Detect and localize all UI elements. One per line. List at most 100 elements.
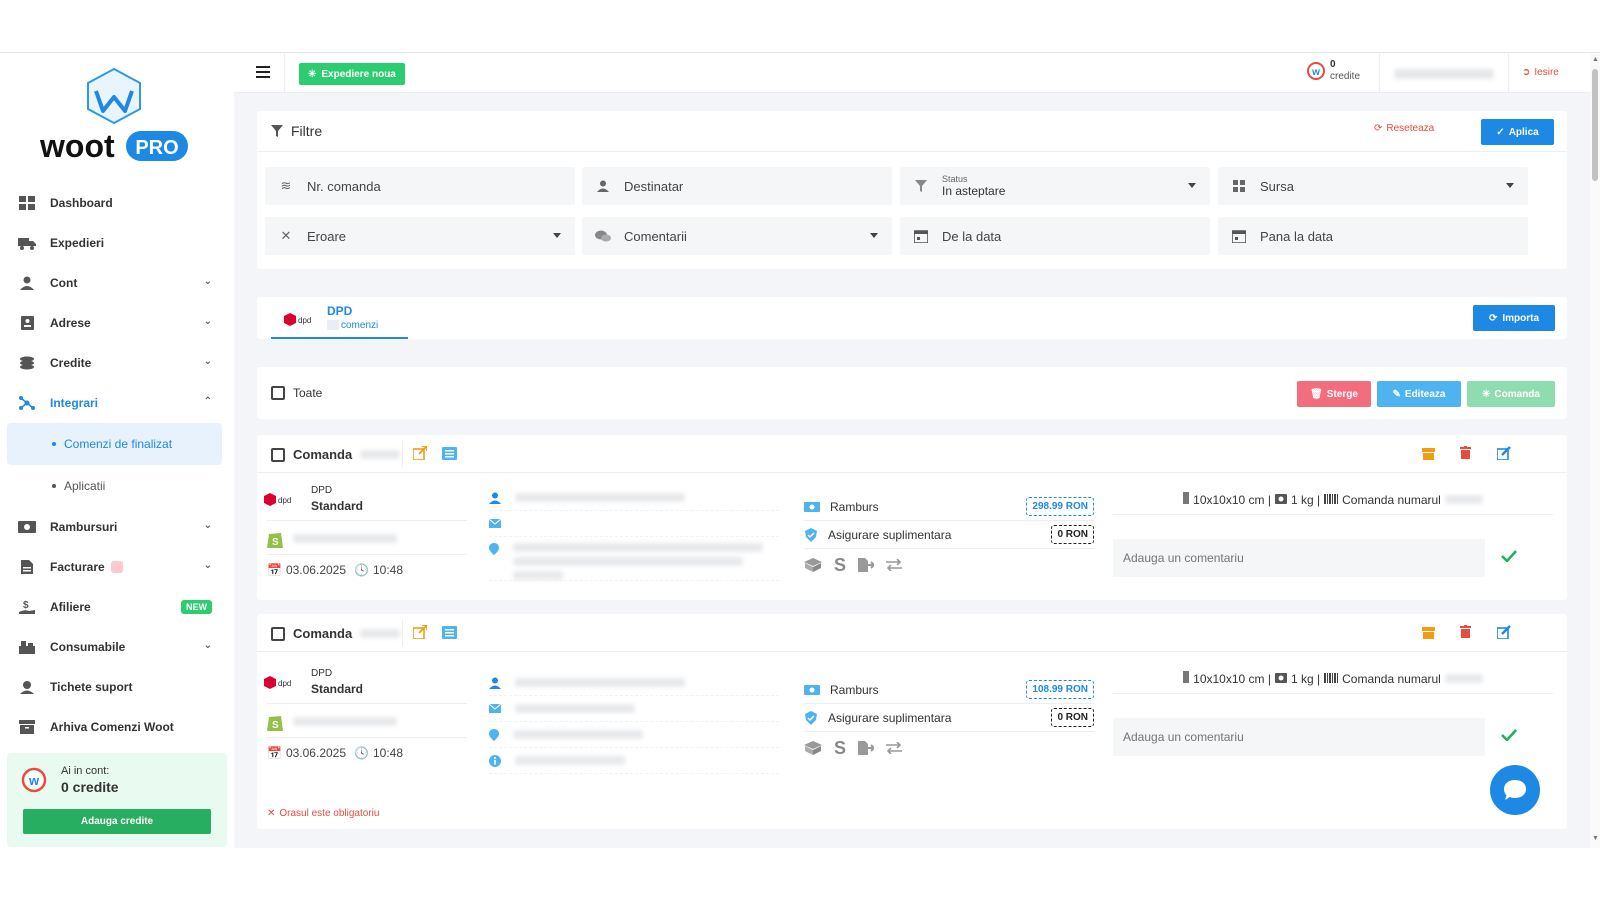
reset-button[interactable]: ⟳ Reseteaza [1374,123,1434,134]
from-date-placeholder: De la data [942,228,1002,244]
menu-toggle-icon[interactable] [256,66,270,78]
details-icon[interactable] [442,447,457,465]
order-select[interactable]: Comanda [271,626,401,641]
error-select[interactable]: ✕ Eroare [265,217,575,255]
scroll-up-icon[interactable]: ▲ [1592,56,1599,63]
recipient-input[interactable]: Destinatar [582,167,892,205]
to-date-input[interactable]: Pana la data [1218,217,1528,255]
document-return-icon[interactable] [858,558,875,572]
select-all[interactable]: Toate [271,386,322,400]
dashboard-icon [18,195,36,211]
shield-check-icon [805,527,817,542]
import-label: Importa [1502,312,1540,324]
money-icon [18,519,36,535]
cod-value[interactable]: 108.99 RON [1026,680,1094,699]
order-id-redacted [360,629,401,638]
package-open-icon[interactable] [804,558,822,572]
external-link-icon[interactable] [412,445,428,465]
insurance-value[interactable]: 0 RON [1051,708,1094,727]
sidebar-item-facturare[interactable]: Facturare ⌄ [0,547,234,587]
insurance-value[interactable]: 0 RON [1051,525,1094,544]
cod-value[interactable]: 298.99 RON [1026,497,1094,516]
chevron-down-icon[interactable]: ⌄ [204,560,212,571]
sidebar-item-label: Cont [50,276,78,290]
sidebar-subitem-aplicatii[interactable]: Aplicatii [0,465,234,507]
order-button[interactable]: ✳ Comanda [1467,381,1555,407]
swap-icon[interactable] [886,559,903,571]
logo-badge: PRO [135,137,178,159]
sidebar-item-arhiva[interactable]: Arhiva Comenzi Woot [0,707,234,747]
caret-down-icon [553,233,561,238]
saturday-delivery-icon[interactable]: S [834,738,846,759]
support-icon [18,679,36,695]
order-checkbox[interactable] [271,626,285,641]
delete-button[interactable]: 🗑 Sterge [1297,381,1371,407]
trash-icon[interactable] [1460,446,1471,464]
select-all-checkbox[interactable] [271,386,285,400]
edit-icon[interactable] [1496,446,1511,465]
recipient-info [489,485,779,581]
sidebar-item-rambursuri[interactable]: Rambursuri ⌄ [0,507,234,547]
sidebar-item-dashboard[interactable]: Dashboard [0,183,234,223]
page-scrollbar[interactable]: ▲ ▼ [1590,53,1600,848]
user-name-redacted [1394,69,1494,79]
comment-input[interactable] [1113,539,1485,577]
package-open-icon[interactable] [804,741,822,755]
chevron-down-icon[interactable]: ⌄ [204,276,212,287]
location-icon [489,728,499,741]
woot-logo[interactable]: woot PRO [39,67,200,167]
comment-input[interactable] [1113,718,1485,756]
add-credits-button[interactable]: Adauga credite [23,809,211,834]
validation-error: ✕ Orasul este obligatoriu [267,808,379,819]
edit-icon[interactable] [1496,625,1511,644]
money-icon [804,684,820,695]
from-date-input[interactable]: De la data [900,217,1210,255]
edit-button[interactable]: ✎ Editeaza [1377,381,1461,407]
tab-dpd[interactable]: dpd DPD comenzi [271,301,408,339]
close-icon: ✕ [267,808,276,819]
scrollbar-thumb[interactable] [1592,69,1598,181]
document-return-icon[interactable] [858,741,875,755]
saturday-delivery-icon[interactable]: S [834,555,846,576]
sidebar-subitem-comenzi-de-finalizat[interactable]: Comenzi de finalizat [7,423,222,465]
recipient-address-redacted [513,730,643,739]
details-icon[interactable] [442,626,457,644]
chevron-down-icon[interactable]: ⌄ [204,640,212,651]
chevron-down-icon[interactable]: ⌄ [204,356,212,367]
order-checkbox[interactable] [271,447,285,462]
apply-button[interactable]: ✓ Aplica [1481,119,1554,145]
swap-icon[interactable] [886,742,903,754]
caret-down-icon [870,233,878,238]
chevron-down-icon[interactable]: ⌄ [204,520,212,531]
user-menu[interactable] [1379,53,1509,93]
scroll-down-icon[interactable]: ▼ [1592,835,1599,842]
sidebar-item-cont[interactable]: Cont ⌄ [0,263,234,303]
chat-widget-button[interactable] [1490,765,1540,815]
archive-icon[interactable] [1422,626,1435,644]
order-number-input[interactable]: ≋ Nr. comanda [265,167,575,205]
sidebar-item-adrese[interactable]: Adrese ⌄ [0,303,234,343]
import-button[interactable]: ⟳ Importa [1473,305,1555,331]
chevron-up-icon[interactable]: ⌃ [204,396,212,407]
sidebar-item-credite[interactable]: Credite ⌄ [0,343,234,383]
sidebar-item-afiliere[interactable]: $ Afiliere NEW [0,587,234,627]
archive-icon[interactable] [1422,447,1435,465]
source-select[interactable]: Sursa [1218,167,1528,205]
new-shipment-button[interactable]: ✳ Expediere noua [299,63,405,85]
sidebar-item-consumabile[interactable]: Consumabile ⌄ [0,627,234,667]
save-comment-check-icon[interactable] [1501,728,1517,746]
dpd-logo-icon: dpd [264,493,296,512]
sidebar-item-integrari[interactable]: Integrari ⌃ [0,383,234,423]
sidebar-item-expedieri[interactable]: Expedieri [0,223,234,263]
logout-button[interactable]: ➲ Iesire [1522,67,1559,78]
chevron-down-icon[interactable]: ⌄ [204,316,212,327]
comments-select[interactable]: Comentarii [582,217,892,255]
divider [402,620,403,646]
save-comment-check-icon[interactable] [1501,549,1517,567]
order-select[interactable]: Comanda [271,447,401,462]
topbar-credits[interactable]: w 0 credite [1306,59,1360,83]
trash-icon[interactable] [1460,625,1471,643]
sidebar-item-tichete-suport[interactable]: Tichete suport [0,667,234,707]
status-select[interactable]: Status In asteptare [900,167,1210,205]
external-link-icon[interactable] [412,624,428,644]
